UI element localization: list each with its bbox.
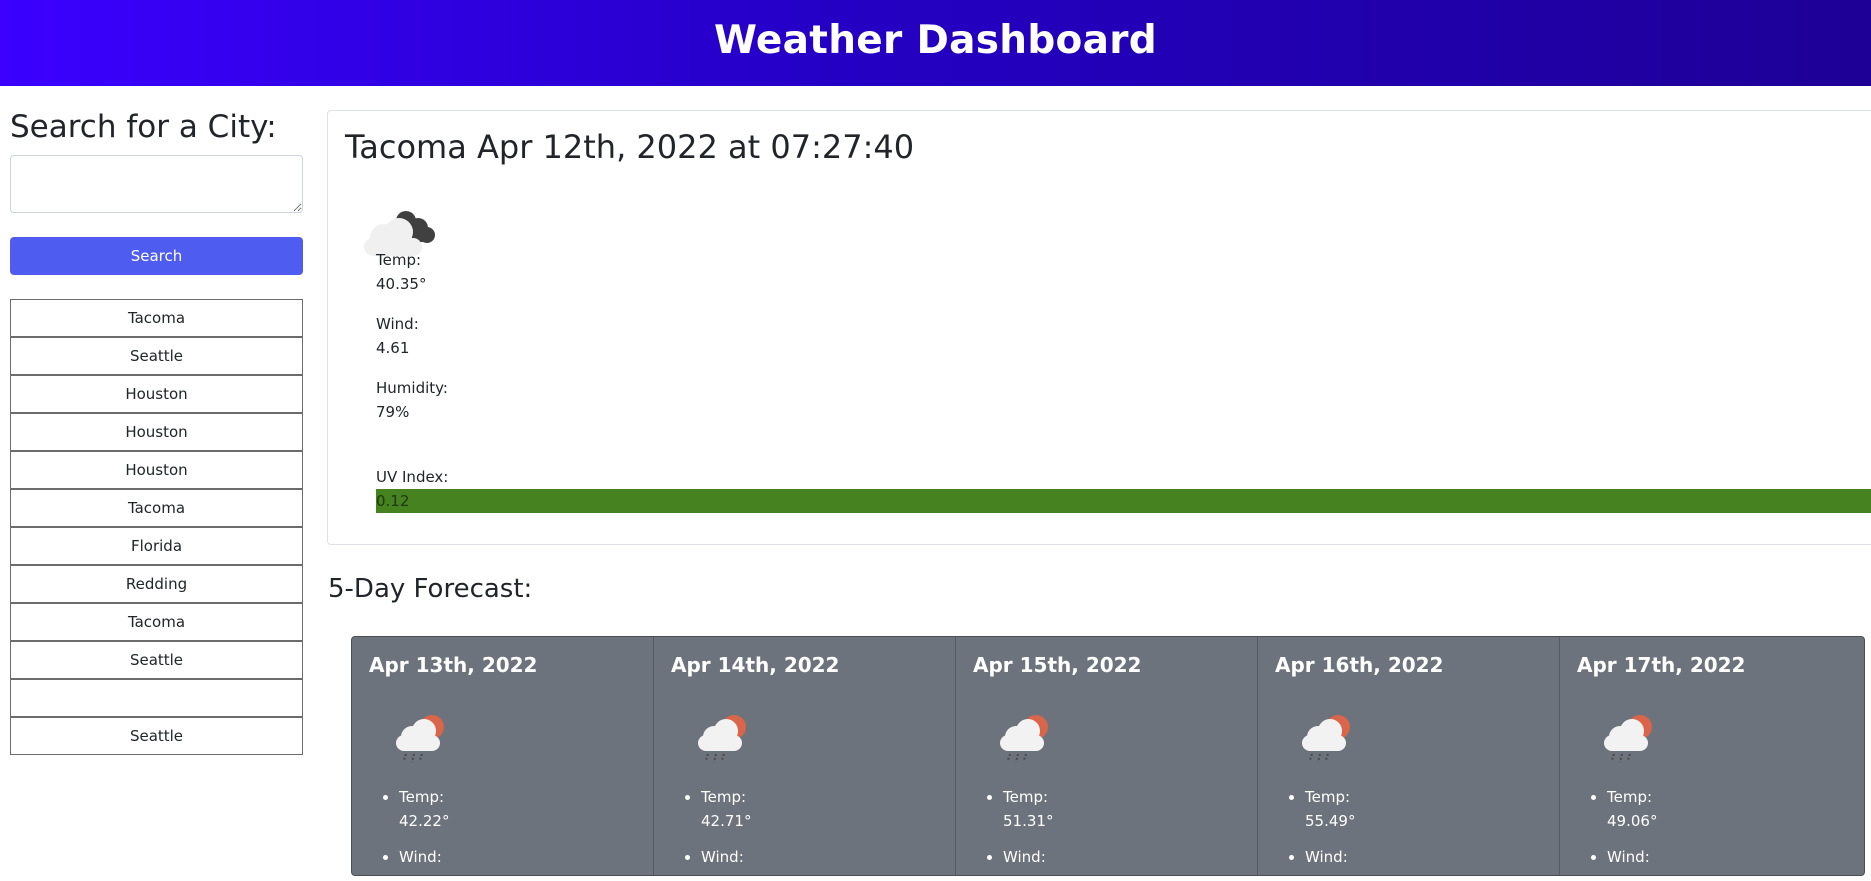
current-city-title: Tacoma Apr 12th, 2022 at 07:27:40 — [345, 128, 915, 166]
forecast-card: Apr 14th, 2022 Temp: 42.71° Wind: — [654, 637, 956, 875]
uv-index-bar: 0.12 — [376, 489, 1871, 513]
forecast-wind-item: Wind: — [1305, 845, 1355, 869]
history-item[interactable]: Seattle — [10, 641, 303, 679]
temp-value: 40.35° — [376, 275, 427, 293]
history-item[interactable]: Redding — [10, 565, 303, 603]
forecast-wind-label: Wind: — [1607, 848, 1650, 866]
forecast-temp-item: Temp: 49.06° — [1607, 785, 1657, 833]
forecast-wind-item: Wind: — [701, 845, 751, 869]
history-item[interactable]: Houston — [10, 375, 303, 413]
history-item[interactable]: Seattle — [10, 717, 303, 755]
forecast-temp-value: 49.06° — [1607, 812, 1658, 830]
history-item[interactable]: Tacoma — [10, 603, 303, 641]
wind-label: Wind: — [376, 315, 419, 333]
forecast-temp-value: 51.31° — [1003, 812, 1054, 830]
forecast-card: Apr 15th, 2022 Temp: 51.31° Wind: — [956, 637, 1258, 875]
history-item[interactable]: Tacoma — [10, 489, 303, 527]
forecast-temp-item: Temp: 55.49° — [1305, 785, 1355, 833]
wind-value: 4.61 — [376, 339, 410, 357]
forecast-date: Apr 16th, 2022 — [1275, 653, 1444, 677]
forecast-wind-label: Wind: — [701, 848, 744, 866]
rain-sun-icon — [1000, 715, 1048, 763]
page-title: Weather Dashboard — [713, 17, 1157, 63]
forecast-wind-item: Wind: — [399, 845, 449, 869]
humidity-value: 79% — [376, 403, 410, 421]
current-weather-card: Tacoma Apr 12th, 2022 at 07:27:40 Temp: … — [327, 110, 1871, 545]
forecast-date: Apr 17th, 2022 — [1577, 653, 1746, 677]
humidity-label: Humidity: — [376, 379, 448, 397]
search-heading: Search for a City: — [10, 109, 277, 145]
forecast-temp-label: Temp: — [701, 788, 747, 806]
uv-label: UV Index: — [376, 468, 449, 486]
forecast-card: Apr 13th, 2022 Temp: 42.22° Wind: — [352, 637, 654, 875]
history-item[interactable] — [10, 679, 303, 717]
history-item[interactable]: Tacoma — [10, 299, 303, 337]
rain-sun-icon — [396, 715, 444, 763]
forecast-temp-label: Temp: — [399, 788, 445, 806]
temp-label: Temp: — [376, 251, 422, 269]
rain-sun-icon — [1604, 715, 1652, 763]
city-search-input[interactable] — [10, 155, 303, 213]
rain-sun-icon — [1302, 715, 1350, 763]
forecast-wind-label: Wind: — [399, 848, 442, 866]
forecast-temp-value: 42.22° — [399, 812, 450, 830]
sidebar: Search for a City: Search Tacoma Seattle… — [10, 86, 304, 755]
forecast-title: 5-Day Forecast: — [328, 574, 533, 604]
forecast-date: Apr 13th, 2022 — [369, 653, 538, 677]
forecast-date: Apr 14th, 2022 — [671, 653, 840, 677]
forecast-temp-item: Temp: 42.22° — [399, 785, 449, 833]
rain-sun-icon — [698, 715, 746, 763]
header-bar: Weather Dashboard — [0, 0, 1871, 86]
forecast-temp-label: Temp: — [1607, 788, 1653, 806]
history-item[interactable]: Houston — [10, 413, 303, 451]
history-item[interactable]: Seattle — [10, 337, 303, 375]
search-button[interactable]: Search — [10, 237, 303, 275]
forecast-temp-item: Temp: 51.31° — [1003, 785, 1053, 833]
forecast-temp-value: 42.71° — [701, 812, 752, 830]
forecast-wind-label: Wind: — [1305, 848, 1348, 866]
forecast-temp-label: Temp: — [1003, 788, 1049, 806]
forecast-card: Apr 17th, 2022 Temp: 49.06° Wind: — [1560, 637, 1862, 875]
forecast-row: Apr 13th, 2022 Temp: 42.22° Wind: Apr 14t… — [351, 636, 1865, 876]
forecast-temp-item: Temp: 42.71° — [701, 785, 751, 833]
forecast-temp-label: Temp: — [1305, 788, 1351, 806]
history-item[interactable]: Florida — [10, 527, 303, 565]
forecast-temp-value: 55.49° — [1305, 812, 1356, 830]
forecast-wind-label: Wind: — [1003, 848, 1046, 866]
forecast-wind-item: Wind: — [1607, 845, 1657, 869]
forecast-wind-item: Wind: — [1003, 845, 1053, 869]
history-item[interactable]: Houston — [10, 451, 303, 489]
forecast-card: Apr 16th, 2022 Temp: 55.49° Wind: — [1258, 637, 1560, 875]
forecast-date: Apr 15th, 2022 — [973, 653, 1142, 677]
search-history-list: Tacoma Seattle Houston Houston Houston T… — [10, 299, 304, 755]
